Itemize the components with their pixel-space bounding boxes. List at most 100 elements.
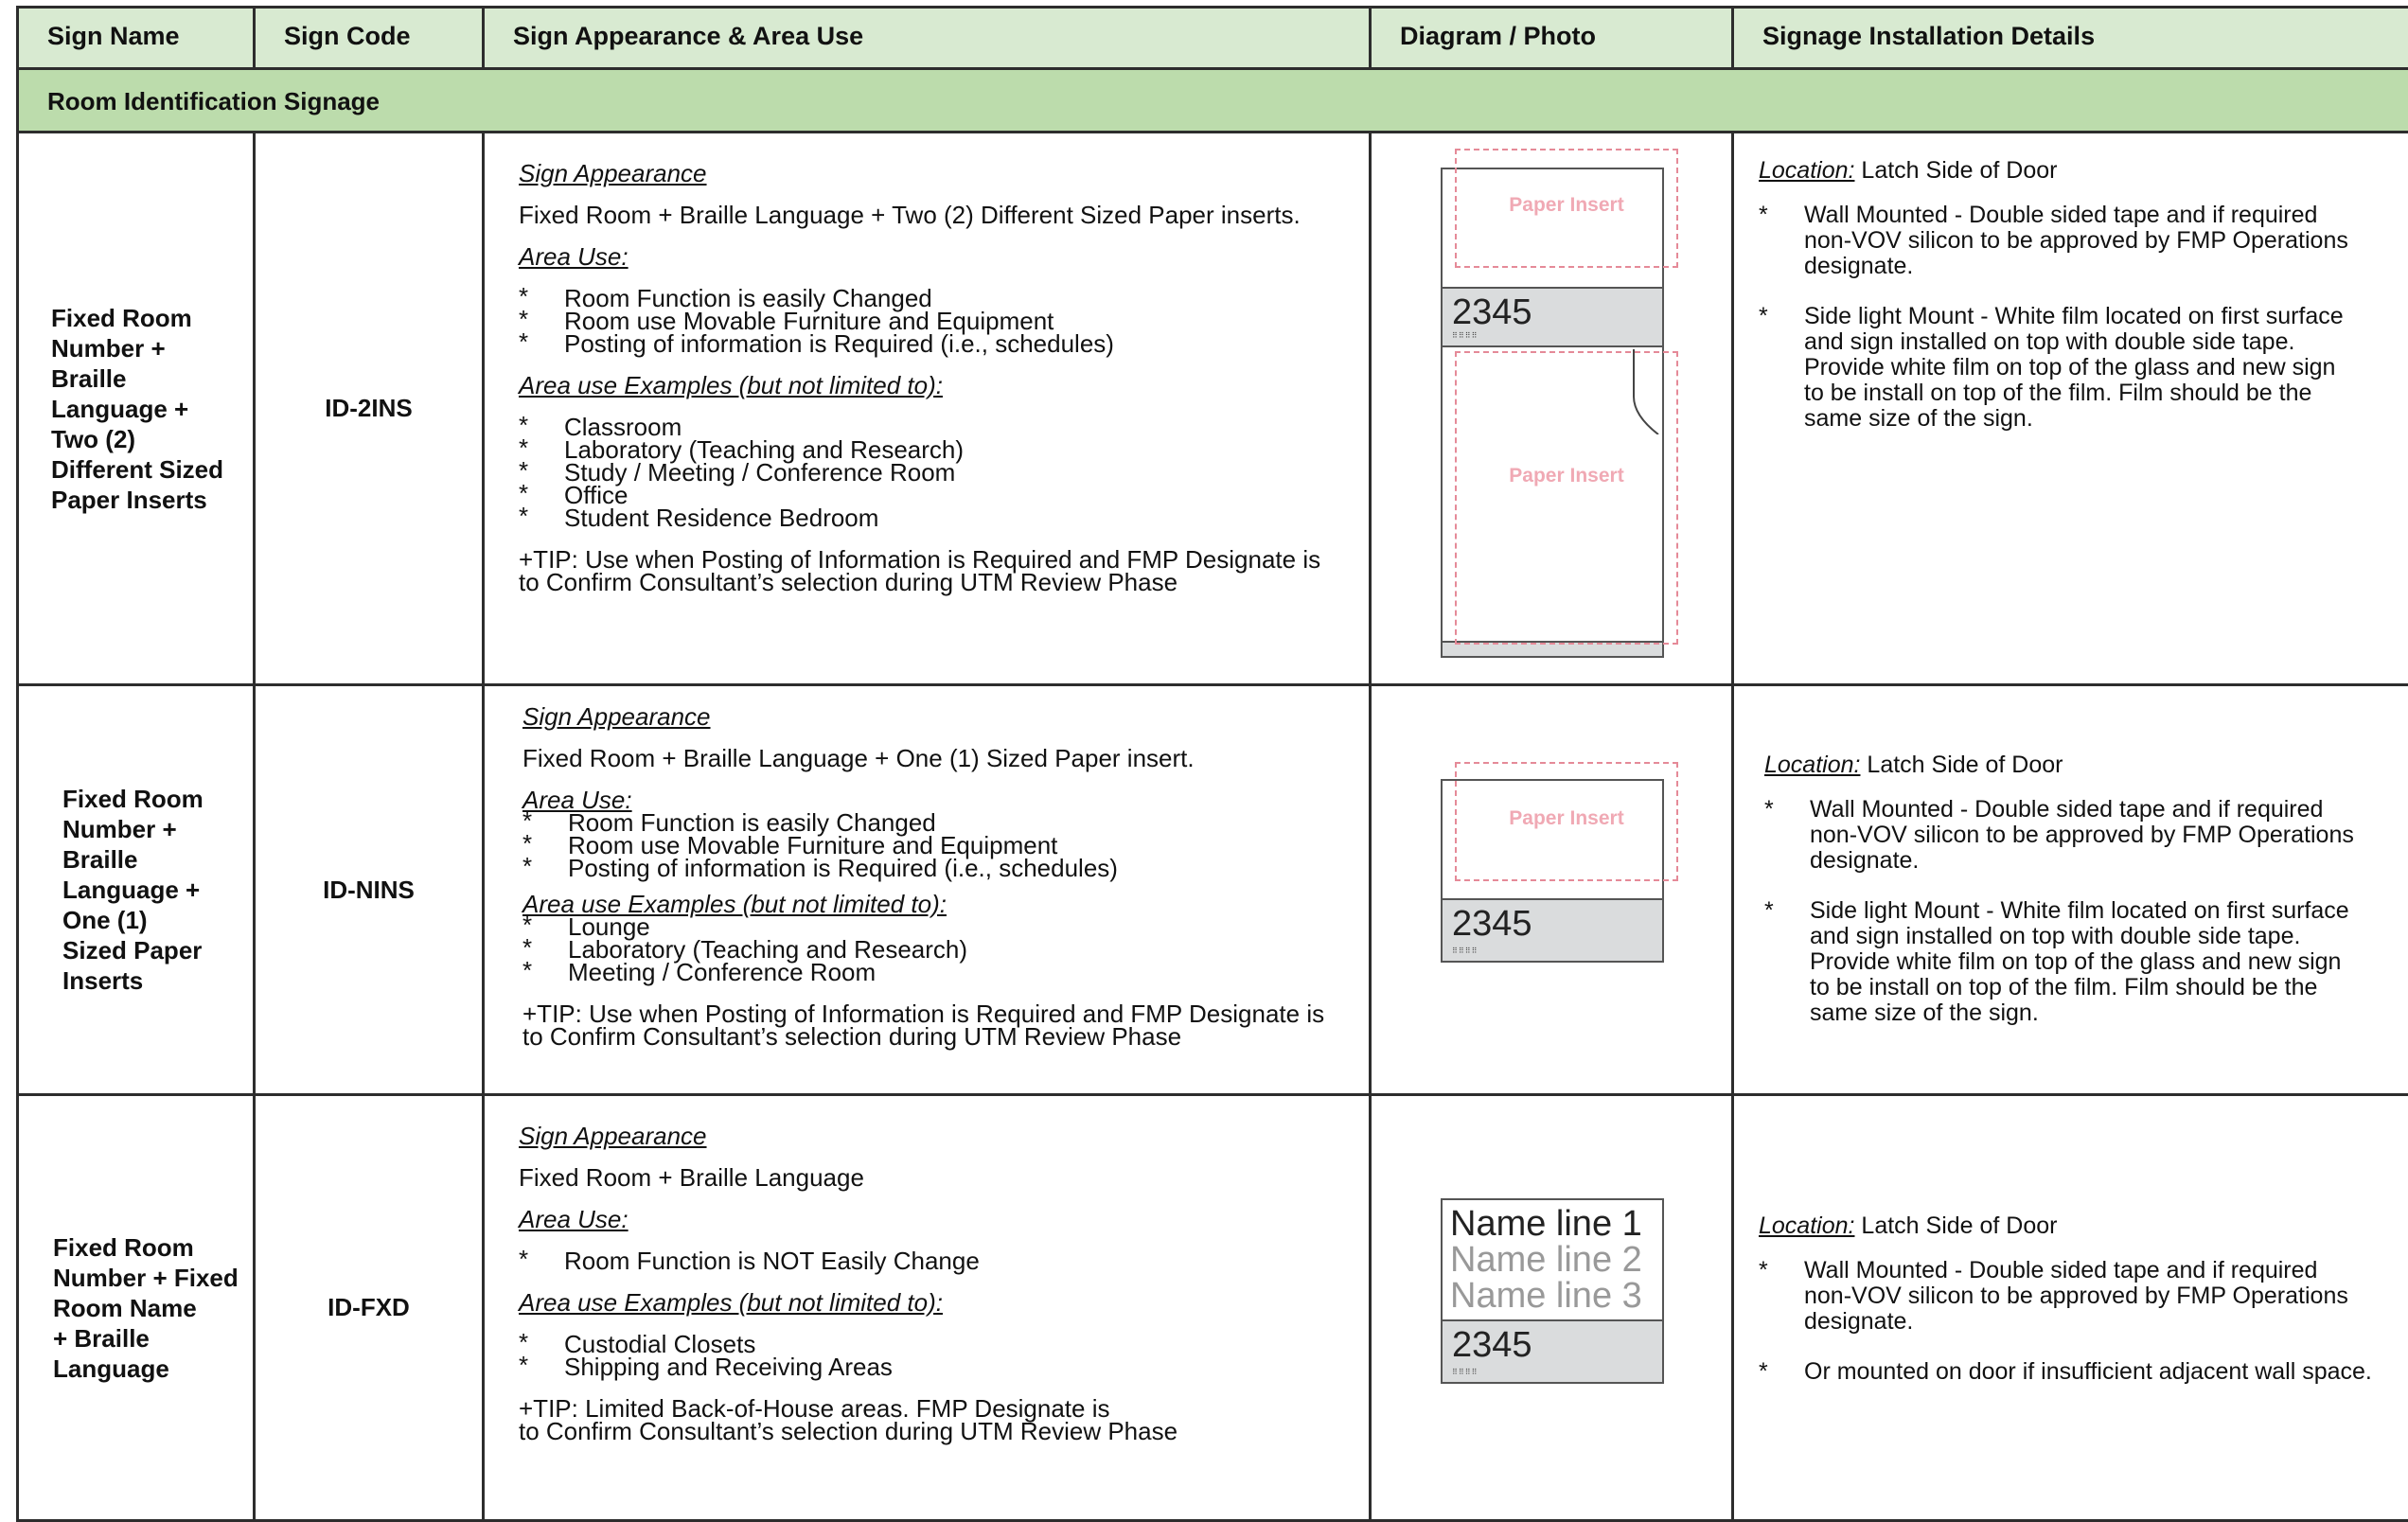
location-label: Location: bbox=[1759, 1212, 1854, 1239]
name-line-3: Name line 3 bbox=[1450, 1278, 1642, 1314]
location-value: Latch Side of Door bbox=[1860, 752, 2063, 778]
list-item: Posting of information is Required (i.e.… bbox=[519, 332, 1369, 355]
header-diagram: Diagram / Photo bbox=[1371, 8, 1733, 69]
table-row: Fixed Room Number + Braille Language + O… bbox=[18, 685, 2408, 1095]
table-row: Fixed Room Number + Braille Language + T… bbox=[18, 133, 2408, 685]
list-item: Shipping and Receiving Areas bbox=[519, 1355, 1369, 1378]
detail-line: same size of the sign. bbox=[1810, 1000, 2408, 1026]
appearance-cell: Sign Appearance Fixed Room + Braille Lan… bbox=[484, 1095, 1371, 1521]
appearance-label: Sign Appearance bbox=[522, 705, 711, 728]
sign-name-line: Fixed Room bbox=[53, 1232, 253, 1263]
header-sign-name: Sign Name bbox=[18, 8, 255, 69]
header-sign-code: Sign Code bbox=[255, 8, 484, 69]
tip-text: +TIP: Use when Posting of Information is… bbox=[519, 548, 1369, 593]
detail-line: Wall Mounted - Double sided tape and if … bbox=[1810, 797, 2408, 823]
sign-name-line: Language + bbox=[51, 394, 253, 424]
braille-dots: ⠿⠿⠿⠿ bbox=[1452, 947, 1478, 955]
appearance-label: Sign Appearance bbox=[519, 162, 707, 185]
detail-line: Side light Mount - White film located on… bbox=[1810, 898, 2408, 924]
detail-line: Or mounted on door if insufficient adjac… bbox=[1804, 1359, 2408, 1385]
tip-line: to Confirm Consultant’s selection during… bbox=[522, 1025, 1369, 1048]
area-use-label: Area Use: bbox=[519, 245, 629, 268]
braille-dots: ⠿⠿⠿⠿ bbox=[1452, 1368, 1478, 1376]
room-number: 2345 bbox=[1452, 1325, 1532, 1366]
detail-line: same size of the sign. bbox=[1804, 406, 2408, 432]
detail-line: designate. bbox=[1810, 848, 2408, 874]
sign-diagram-fixed-name: Name line 1 Name line 2 Name line 3 2345… bbox=[1441, 1198, 1664, 1384]
braille-dots: ⠿⠿⠿⠿ bbox=[1452, 331, 1478, 340]
detail-item: * Side light Mount - White film located … bbox=[1759, 304, 2408, 432]
sign-name-line: Sized Paper bbox=[62, 935, 253, 965]
sign-code: ID-2INS bbox=[255, 133, 484, 685]
location-text: Location: Latch Side of Door bbox=[1764, 752, 2408, 778]
location-value: Latch Side of Door bbox=[1854, 1212, 2057, 1239]
area-use-list: Room Function is easily Changed Room use… bbox=[519, 287, 1369, 355]
sign-name-line: Inserts bbox=[62, 965, 253, 996]
list-item: Meeting / Conference Room bbox=[522, 961, 1369, 983]
number-plate: 2345 ⠿⠿⠿⠿ bbox=[1443, 1319, 1662, 1382]
examples-label: Area use Examples (but not limited to): bbox=[519, 1291, 943, 1314]
location-text: Location: Latch Side of Door bbox=[1759, 158, 2408, 184]
appearance-text: Fixed Room + Braille Language + Two (2) … bbox=[519, 204, 1369, 226]
detail-line: Wall Mounted - Double sided tape and if … bbox=[1804, 1258, 2408, 1283]
list-item: Posting of information is Required (i.e.… bbox=[522, 857, 1369, 879]
detail-line: designate. bbox=[1804, 1309, 2408, 1335]
table-row: Fixed Room Number + Fixed Room Name + Br… bbox=[18, 1095, 2408, 1521]
detail-line: Provide white film on top of the glass a… bbox=[1804, 355, 2408, 380]
detail-line: Provide white film on top of the glass a… bbox=[1810, 949, 2408, 975]
detail-line: non-VOV silicon to be approved by FMP Op… bbox=[1810, 823, 2408, 848]
sign-name-cell: Fixed Room Number + Braille Language + O… bbox=[18, 685, 255, 1095]
detail-line: Side light Mount - White film located on… bbox=[1804, 304, 2408, 329]
paper-insert-label: Paper Insert bbox=[1457, 194, 1676, 217]
detail-line: and sign installed on top with double si… bbox=[1810, 924, 2408, 949]
detail-item: * Wall Mounted - Double sided tape and i… bbox=[1759, 1258, 2408, 1335]
sign-diagram-two-inserts: 2345 ⠿⠿⠿⠿ Paper Insert Paper Insert bbox=[1372, 133, 1731, 683]
room-number: 2345 bbox=[1452, 292, 1532, 333]
sign-name-line: Two (2) bbox=[51, 424, 253, 454]
sign-name-line: One (1) bbox=[62, 905, 253, 935]
examples-list: Classroom Laboratory (Teaching and Resea… bbox=[519, 416, 1369, 529]
sign-name-line: Language bbox=[53, 1354, 253, 1384]
sign-name-line: Braille bbox=[51, 363, 253, 394]
examples-label: Area use Examples (but not limited to): bbox=[519, 374, 943, 397]
number-plate: 2345 ⠿⠿⠿⠿ bbox=[1443, 287, 1662, 347]
sign-name-line: Braille bbox=[62, 844, 253, 875]
appearance-text: Fixed Room + Braille Language bbox=[519, 1166, 1369, 1189]
diagram-cell: Name line 1 Name line 2 Name line 3 2345… bbox=[1371, 1095, 1733, 1521]
detail-item: * Wall Mounted - Double sided tape and i… bbox=[1764, 797, 2408, 874]
sign-name-line: Room Name bbox=[53, 1293, 253, 1323]
sign-name-line: Fixed Room bbox=[62, 784, 253, 814]
signage-table: Sign Name Sign Code Sign Appearance & Ar… bbox=[16, 6, 2408, 1522]
area-use-list: Room Function is easily Changed Room use… bbox=[522, 811, 1369, 879]
list-item: Room Function is NOT Easily Change bbox=[519, 1249, 1369, 1272]
appearance-text: Fixed Room + Braille Language + One (1) … bbox=[522, 747, 1369, 770]
sign-name-cell: Fixed Room Number + Fixed Room Name + Br… bbox=[18, 1095, 255, 1521]
diagram-cell: 2345 ⠿⠿⠿⠿ Paper Insert Paper Insert bbox=[1371, 133, 1733, 685]
detail-line: and sign installed on top with double si… bbox=[1804, 329, 2408, 355]
location-value: Latch Side of Door bbox=[1854, 157, 2057, 184]
paper-insert-top-outline: Paper Insert bbox=[1455, 149, 1678, 268]
tip-text: +TIP: Use when Posting of Information is… bbox=[522, 1002, 1369, 1048]
area-use-list: Room Function is NOT Easily Change bbox=[519, 1249, 1369, 1272]
header-details: Signage Installation Details bbox=[1733, 8, 2408, 69]
details-cell: Location: Latch Side of Door * Wall Moun… bbox=[1733, 133, 2408, 685]
detail-line: non-VOV silicon to be approved by FMP Op… bbox=[1804, 228, 2408, 254]
detail-item: * Or mounted on door if insufficient adj… bbox=[1759, 1359, 2408, 1385]
detail-item: * Wall Mounted - Double sided tape and i… bbox=[1759, 203, 2408, 279]
paper-insert-bottom-outline: Paper Insert bbox=[1455, 351, 1678, 645]
sign-name-cell: Fixed Room Number + Braille Language + T… bbox=[18, 133, 255, 685]
detail-line: Wall Mounted - Double sided tape and if … bbox=[1804, 203, 2408, 228]
paper-insert-label: Paper Insert bbox=[1457, 465, 1676, 487]
sign-diagram-one-insert: 2345 ⠿⠿⠿⠿ Paper Insert bbox=[1372, 686, 1731, 1093]
detail-item: * Side light Mount - White film located … bbox=[1764, 898, 2408, 1026]
details-cell: Location: Latch Side of Door * Wall Moun… bbox=[1733, 685, 2408, 1095]
sign-name-line: Number + bbox=[51, 333, 253, 363]
area-use-label: Area Use: bbox=[519, 1208, 629, 1230]
name-line-2: Name line 2 bbox=[1450, 1242, 1642, 1278]
list-item: Student Residence Bedroom bbox=[519, 506, 1369, 529]
section-title: Room Identification Signage bbox=[18, 69, 2408, 133]
sign-name-line: Number + Fixed bbox=[53, 1263, 253, 1293]
tip-line: to Confirm Consultant’s selection during… bbox=[519, 571, 1369, 593]
examples-list: Lounge Laboratory (Teaching and Research… bbox=[522, 915, 1369, 983]
details-cell: Location: Latch Side of Door * Wall Moun… bbox=[1733, 1095, 2408, 1521]
